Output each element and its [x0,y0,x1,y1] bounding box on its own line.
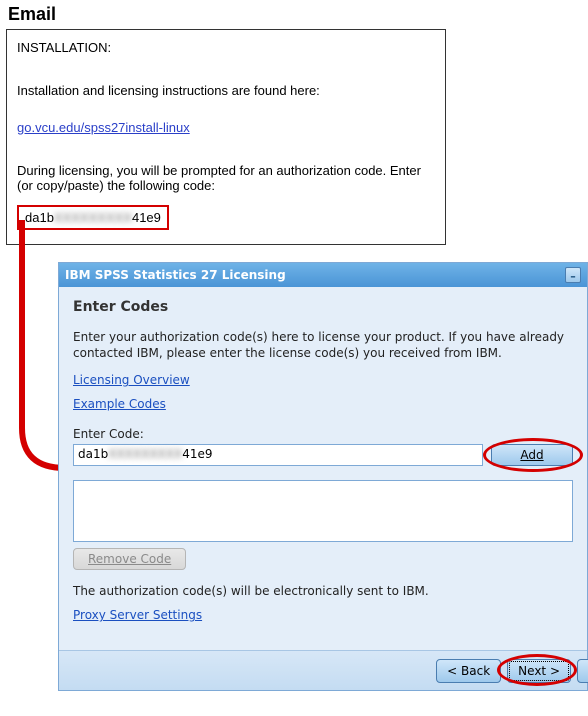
licensing-overview-link[interactable]: Licensing Overview [73,373,190,387]
minimize-button[interactable]: – [565,267,581,283]
sent-to-ibm-text: The authorization code(s) will be electr… [73,584,573,598]
install-instructions-link[interactable]: go.vcu.edu/spss27install-linux [17,120,190,135]
next-button[interactable]: Next > [507,659,571,683]
window-titlebar: IBM SPSS Statistics 27 Licensing – [59,263,587,287]
cancel-button[interactable]: Can [577,659,588,683]
codes-listbox[interactable] [73,480,573,542]
instructions-intro: Installation and licensing instructions … [17,83,435,98]
proxy-settings-link[interactable]: Proxy Server Settings [73,608,202,622]
back-button[interactable]: < Back [436,659,501,683]
input-code-prefix: da1b [78,447,108,461]
input-code-suffix: 41e9 [182,447,212,461]
enter-code-label: Enter Code: [73,427,573,441]
add-button[interactable]: Add [491,444,573,466]
auth-code-box: da1bXXXXXXXXX41e9 [17,205,169,230]
auth-code-prefix: da1b [25,210,54,225]
email-heading: Email [8,4,584,25]
example-codes-link[interactable]: Example Codes [73,397,166,411]
window-title: IBM SPSS Statistics 27 Licensing [65,268,286,282]
section-title: Enter Codes [73,299,573,315]
licensing-prompt-text: During licensing, you will be prompted f… [17,163,435,193]
wizard-button-bar: < Back Next > Can [59,650,587,690]
instruction-text: Enter your authorization code(s) here to… [73,329,573,361]
licensing-window: IBM SPSS Statistics 27 Licensing – Enter… [58,262,588,691]
auth-code-suffix: 41e9 [132,210,161,225]
enter-code-input[interactable]: da1bXXXXXXXXX41e9 [73,444,483,466]
auth-code-redacted: XXXXXXXXX [54,210,132,225]
input-code-redacted: XXXXXXXXX [108,447,182,461]
email-body-box: INSTALLATION: Installation and licensing… [6,29,446,245]
enter-code-row: da1bXXXXXXXXX41e9 Add [73,444,573,466]
installation-label: INSTALLATION: [17,40,435,55]
remove-code-button: Remove Code [73,548,186,570]
